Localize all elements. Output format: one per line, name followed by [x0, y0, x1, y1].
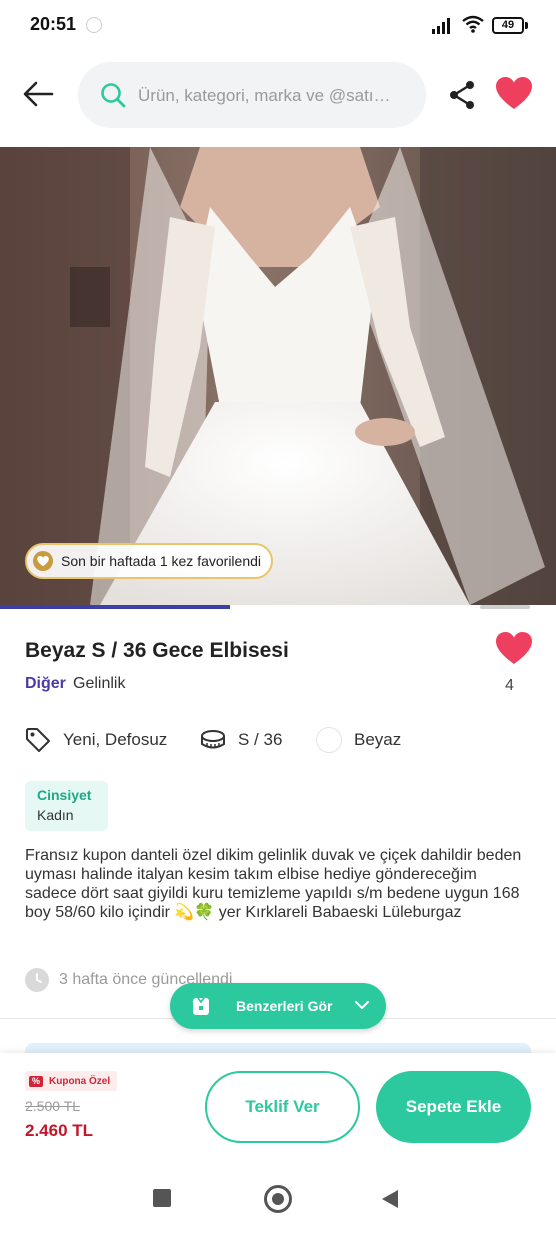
add-to-cart-button[interactable]: Sepete Ekle — [376, 1071, 531, 1143]
like-count: 4 — [505, 677, 514, 694]
hanger-icon — [193, 997, 209, 1015]
make-offer-button[interactable]: Teklif Ver — [205, 1071, 360, 1143]
similar-items-button[interactable]: Benzerleri Gör — [170, 983, 386, 1029]
battery-indicator: 49 — [492, 17, 524, 34]
tag-icon — [26, 728, 50, 752]
favorite-count-badge: Son bir haftada 1 kez favorilendi — [25, 543, 274, 579]
color-label: Beyaz — [354, 730, 402, 749]
status-notification-icon — [86, 17, 102, 33]
system-nav-bar — [0, 1161, 556, 1235]
home-icon-inner — [272, 1193, 284, 1205]
image-pager-inactive — [480, 605, 530, 609]
condition-attribute: Yeni, Defosuz — [25, 727, 167, 753]
tape-measure-icon — [201, 730, 225, 749]
status-time: 20:51 — [30, 14, 77, 34]
purchase-bar: % Kupona Özel 2.500 TL 2.460 TL Teklif V… — [0, 1053, 556, 1161]
gender-label: Cinsiyet — [37, 787, 92, 803]
current-price: 2.460 TL — [25, 1121, 94, 1140]
wifi-icon — [462, 15, 484, 33]
back-arrow-icon[interactable] — [20, 76, 56, 112]
similar-items-label: Benzerleri Gör — [236, 998, 333, 1014]
product-image[interactable] — [0, 147, 556, 605]
home-icon[interactable] — [264, 1185, 292, 1213]
product-title: Beyaz S / 36 Gece Elbisesi — [25, 639, 289, 662]
product-description: Fransız kupon danteli özel dikim gelinli… — [25, 847, 522, 921]
search-input[interactable]: Ürün, kategori, marka ve @satı… — [138, 86, 408, 106]
coupon-label: Kupona Özel — [49, 1075, 111, 1087]
coupon-badge: % Kupona Özel — [25, 1071, 118, 1091]
status-bar: 20:51 49 — [0, 0, 556, 48]
nav-back-icon[interactable] — [380, 1189, 400, 1209]
gender-value: Kadın — [37, 807, 74, 823]
favorite-heart-icon[interactable] — [496, 77, 532, 111]
heart-badge-icon — [33, 551, 53, 571]
size-label: S / 36 — [238, 730, 283, 749]
condition-label: Yeni, Defosuz — [63, 730, 168, 749]
battery-tip — [525, 22, 528, 29]
search-bar[interactable]: Ürün, kategori, marka ve @satı… — [78, 62, 426, 128]
chevron-down-icon — [355, 1001, 369, 1009]
recent-apps-icon[interactable] — [153, 1189, 171, 1207]
image-pager-active — [0, 605, 230, 609]
signal-icon — [432, 18, 450, 34]
size-attribute: S / 36 — [200, 727, 282, 753]
wedding-dress-photo — [0, 147, 556, 605]
coupon-icon: % — [29, 1075, 43, 1087]
clock-icon — [25, 968, 49, 992]
share-icon[interactable] — [448, 80, 476, 110]
favorite-badge-text: Son bir haftada 1 kez favorilendi — [61, 553, 262, 569]
old-price: 2.500 TL — [25, 1098, 81, 1114]
color-swatch — [316, 727, 342, 753]
color-attribute: Beyaz — [316, 727, 401, 753]
brand-link[interactable]: Diğer — [25, 675, 66, 693]
like-heart-icon[interactable] — [496, 632, 532, 666]
search-icon — [101, 83, 126, 108]
category-label[interactable]: Gelinlik — [73, 675, 125, 693]
gender-chip: Cinsiyet Kadın — [25, 781, 108, 831]
